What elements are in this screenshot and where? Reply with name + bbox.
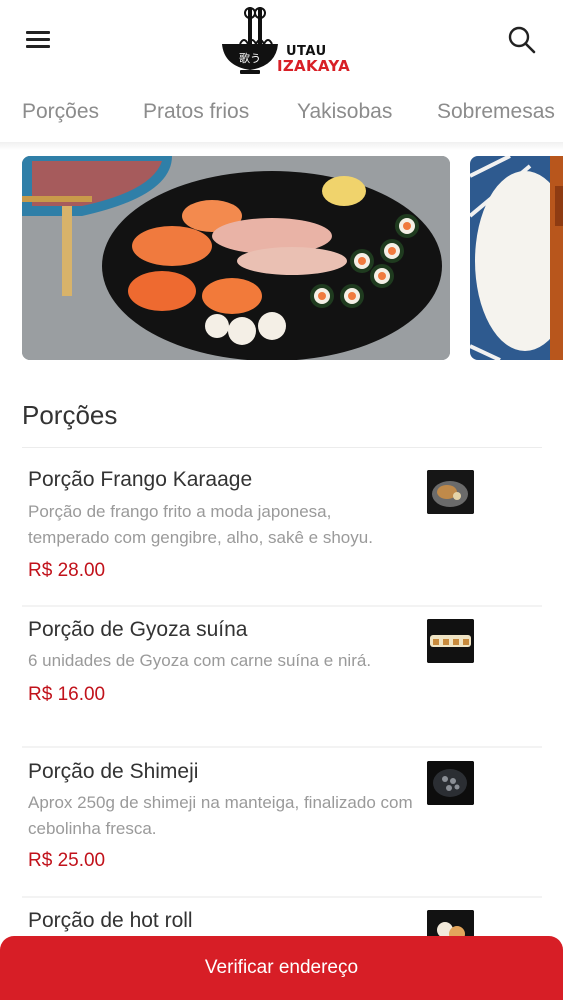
item-name: Porção de Gyoza suína xyxy=(28,618,248,641)
item-description: Porção de frango frito a moda japonesa, … xyxy=(28,502,373,547)
section-title: Porções xyxy=(22,400,118,430)
item-price: R$ 25.00 xyxy=(28,850,106,871)
banner-sushi-platter[interactable] xyxy=(22,156,450,360)
gyoza-photo xyxy=(427,619,474,663)
item-price: R$ 16.00 xyxy=(28,684,106,705)
rice-dish-image xyxy=(470,156,563,360)
brand-logo[interactable]: 歌う UTAU IZAKAYA xyxy=(218,4,350,78)
menu-item[interactable]: Porção Frango Karaage Porção de frango f… xyxy=(22,468,542,607)
item-description: Aprox 250g de shimeji na manteiga, final… xyxy=(28,793,413,838)
app-header: 歌う UTAU IZAKAYA xyxy=(0,0,563,86)
menu-item[interactable]: Porção de Gyoza suína 6 unidades de Gyoz… xyxy=(22,618,542,748)
hamburger-line xyxy=(26,38,50,41)
hamburger-line xyxy=(26,45,50,48)
tab-yakisobas[interactable]: Yakisobas xyxy=(297,100,392,124)
verify-address-label: Verificar endereço xyxy=(204,957,359,978)
item-separator xyxy=(22,896,542,898)
section-divider xyxy=(22,447,542,448)
logo-glyph: 歌う xyxy=(239,51,261,65)
item-name: Porção Frango Karaage xyxy=(28,468,253,491)
menu-button[interactable] xyxy=(24,28,54,52)
sushi-platter-image xyxy=(22,156,450,360)
item-thumbnail xyxy=(427,761,474,805)
item-name: Porção de Shimeji xyxy=(28,760,199,783)
menu-item[interactable]: Porção de Shimeji Aprox 250g de shimeji … xyxy=(22,760,542,898)
tab-sobremesas[interactable]: Sobremesas xyxy=(437,100,555,124)
shimeji-photo xyxy=(427,761,474,805)
hamburger-menu-icon xyxy=(26,31,50,34)
item-name: Porção de hot roll xyxy=(28,909,193,932)
item-separator xyxy=(22,605,542,607)
item-price: R$ 28.00 xyxy=(28,560,106,581)
verify-address-button[interactable]: Verificar endereço xyxy=(0,936,563,1000)
item-separator xyxy=(22,746,542,748)
tab-pratos-frios[interactable]: Pratos frios xyxy=(143,100,249,124)
item-thumbnail xyxy=(427,470,474,514)
search-button[interactable] xyxy=(506,24,538,56)
tab-porcoes[interactable]: Porções xyxy=(22,100,99,124)
search-icon xyxy=(508,26,536,54)
item-thumbnail xyxy=(427,619,474,663)
item-description: 6 unidades de Gyoza com carne suína e ni… xyxy=(28,651,372,670)
brand-name-bottom: IZAKAYA xyxy=(277,57,350,75)
category-tabs: Porções Pratos frios Yakisobas Sobremesa… xyxy=(0,86,563,142)
tabs-shadow xyxy=(0,142,563,150)
banner-rice-dish[interactable] xyxy=(470,156,563,360)
karaage-photo xyxy=(427,470,474,514)
